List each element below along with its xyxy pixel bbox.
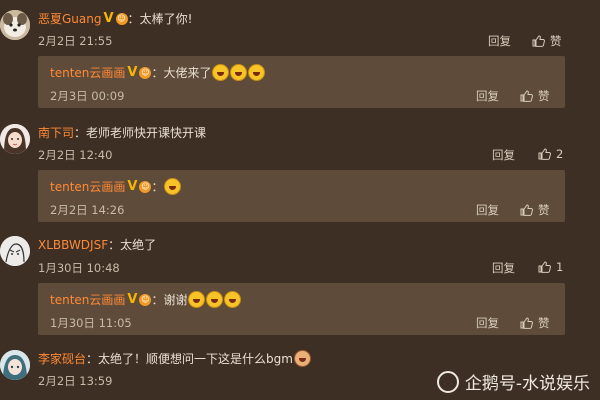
like-label: 赞 (538, 316, 550, 330)
like-count: 1 (556, 260, 564, 274)
laughing-emoji-icon (164, 178, 182, 195)
avatar[interactable] (0, 350, 30, 380)
anime-avatar-icon (0, 350, 30, 380)
reply-button[interactable]: 回复 (492, 260, 515, 276)
colon: ： (74, 126, 87, 140)
reply-box: tenten云画画 V ☺ ： 大佬来了 2月3日 00:09 回复 赞 (38, 56, 565, 108)
username[interactable]: 李家砚台 (38, 350, 86, 367)
laughing-emoji-icon (206, 291, 224, 308)
comment-text: 太绝了！顺便想问一下这是什么bgm (98, 352, 293, 366)
reply-button[interactable]: 回复 (476, 88, 499, 104)
like-button[interactable]: 1 (538, 260, 563, 274)
like-button[interactable]: 赞 (532, 33, 562, 49)
verified-icon: V (127, 292, 138, 307)
colon: ： (108, 238, 121, 252)
like-button[interactable]: 赞 (520, 315, 550, 331)
laughing-emoji-icon (248, 64, 266, 81)
reply-button[interactable]: 回复 (488, 33, 511, 49)
member-crown-icon: ☺ (115, 12, 128, 25)
like-button[interactable]: 2 (538, 147, 563, 161)
thumbs-up-icon (538, 148, 551, 160)
comment-text: 太绝了 (120, 238, 157, 252)
reply-username[interactable]: tenten云画画 (50, 178, 125, 195)
verified-icon: V (127, 65, 138, 80)
reply-timestamp: 1月30日 11:05 (50, 316, 132, 330)
like-label: 赞 (538, 89, 550, 103)
avatar[interactable] (0, 10, 30, 40)
reply-box: tenten云画画 V ☺ ： 谢谢 1月30日 11:05 回复 赞 (38, 283, 565, 335)
laughing-emoji-icon (224, 291, 242, 308)
timestamp: 2月2日 13:59 (38, 374, 113, 388)
timestamp: 2月2日 21:55 (38, 34, 113, 48)
reply-username[interactable]: tenten云画画 (50, 291, 125, 308)
verified-icon: V (127, 179, 138, 194)
username[interactable]: 恶夏Guang (38, 10, 101, 27)
laughing-emoji-icon (188, 291, 206, 308)
like-count: 2 (556, 147, 564, 161)
member-crown-icon: ☺ (139, 66, 152, 79)
thumbs-up-icon (532, 35, 545, 47)
colon: ： (151, 180, 164, 194)
dog-avatar-icon (0, 10, 30, 40)
thumbs-up-icon (520, 90, 533, 102)
colon: ： (151, 293, 164, 307)
avatar[interactable] (0, 124, 30, 154)
laughing-emoji-icon (230, 64, 248, 81)
like-button[interactable]: 赞 (520, 202, 550, 218)
reply-timestamp: 2月3日 00:09 (50, 89, 125, 103)
like-button[interactable]: 赞 (520, 88, 550, 104)
watermark-text: 企鹅号-水说娱乐 (464, 374, 590, 394)
reply-box: tenten云画画 V ☺ ： 2月2日 14:26 回复 赞 (38, 170, 565, 222)
thumbs-up-icon (520, 317, 533, 329)
colon: ： (151, 66, 164, 80)
colon: ： (127, 12, 140, 26)
comment-text: 老师老师快开课快开课 (86, 126, 207, 140)
member-crown-icon: ☺ (139, 180, 152, 193)
avatar[interactable] (0, 236, 30, 266)
like-label: 赞 (538, 203, 550, 217)
girl-avatar-icon (0, 124, 30, 154)
colon: ： (86, 352, 99, 366)
like-label: 赞 (550, 34, 562, 48)
reply-button[interactable]: 回复 (476, 315, 499, 331)
timestamp: 2月2日 12:40 (38, 148, 113, 162)
comment-text: 太棒了你! (139, 12, 193, 26)
username[interactable]: XLBBWDJSF (38, 238, 108, 252)
thinking-emoji-icon (293, 350, 311, 367)
laughing-emoji-icon (212, 64, 230, 81)
member-crown-icon: ☺ (139, 293, 152, 306)
sketch-avatar-icon (0, 236, 30, 266)
thumbs-up-icon (538, 261, 551, 273)
reply-username[interactable]: tenten云画画 (50, 64, 125, 81)
verified-icon: V (103, 11, 114, 26)
reply-button[interactable]: 回复 (492, 147, 515, 163)
thumbs-up-icon (520, 204, 533, 216)
reply-timestamp: 2月2日 14:26 (50, 203, 125, 217)
timestamp: 1月30日 10:48 (38, 261, 120, 275)
penguin-logo-icon (436, 370, 459, 393)
reply-text: 谢谢 (163, 293, 188, 307)
username[interactable]: 南下司 (38, 124, 74, 141)
watermark: 企鹅号-水说娱乐 (436, 369, 590, 394)
reply-button[interactable]: 回复 (476, 202, 499, 218)
reply-text: 大佬来了 (163, 66, 212, 80)
